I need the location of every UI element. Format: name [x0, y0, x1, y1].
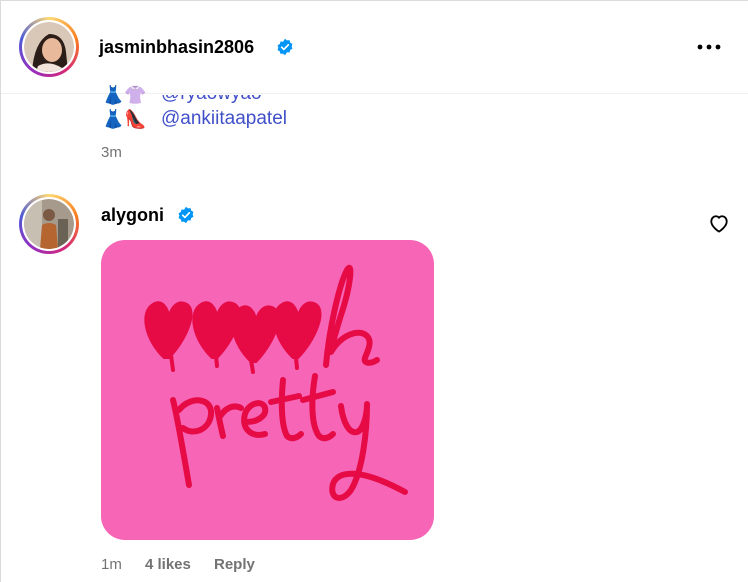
reply-button[interactable]: Reply	[214, 556, 255, 573]
previous-comment: 👗👚 @ryaowyao 👗👠 @ankiitaapatel 3m	[1, 85, 748, 180]
avatar-photo	[24, 199, 74, 249]
avatar-photo	[24, 22, 74, 72]
comment-likes-count[interactable]: 4 likes	[145, 556, 191, 573]
comment-thread: jasminbhasin2806 👗👚 @ryaowyao 👗👠 @ankiit…	[0, 0, 748, 582]
author-avatar[interactable]	[19, 17, 79, 77]
comment-sticker	[101, 240, 434, 540]
mention-link[interactable]: @ankiitaapatel	[161, 108, 287, 130]
emoji-row-1: 👗👚	[102, 85, 147, 106]
comment-timestamp: 1m	[101, 556, 122, 573]
post-author-username[interactable]: jasminbhasin2806	[99, 37, 254, 58]
heart-outline-icon[interactable]	[708, 213, 730, 233]
more-horizontal-icon[interactable]	[696, 37, 722, 57]
commenter-username[interactable]: alygoni	[101, 205, 164, 226]
oooh-pretty-sticker-art	[144, 264, 408, 501]
post-header: jasminbhasin2806	[1, 1, 748, 94]
verified-badge-icon	[277, 38, 293, 56]
verified-badge-icon	[178, 206, 194, 224]
emoji-row-2: 👗👠	[102, 109, 147, 130]
commenter-avatar[interactable]	[19, 194, 79, 254]
comment-timestamp: 3m	[101, 144, 122, 161]
